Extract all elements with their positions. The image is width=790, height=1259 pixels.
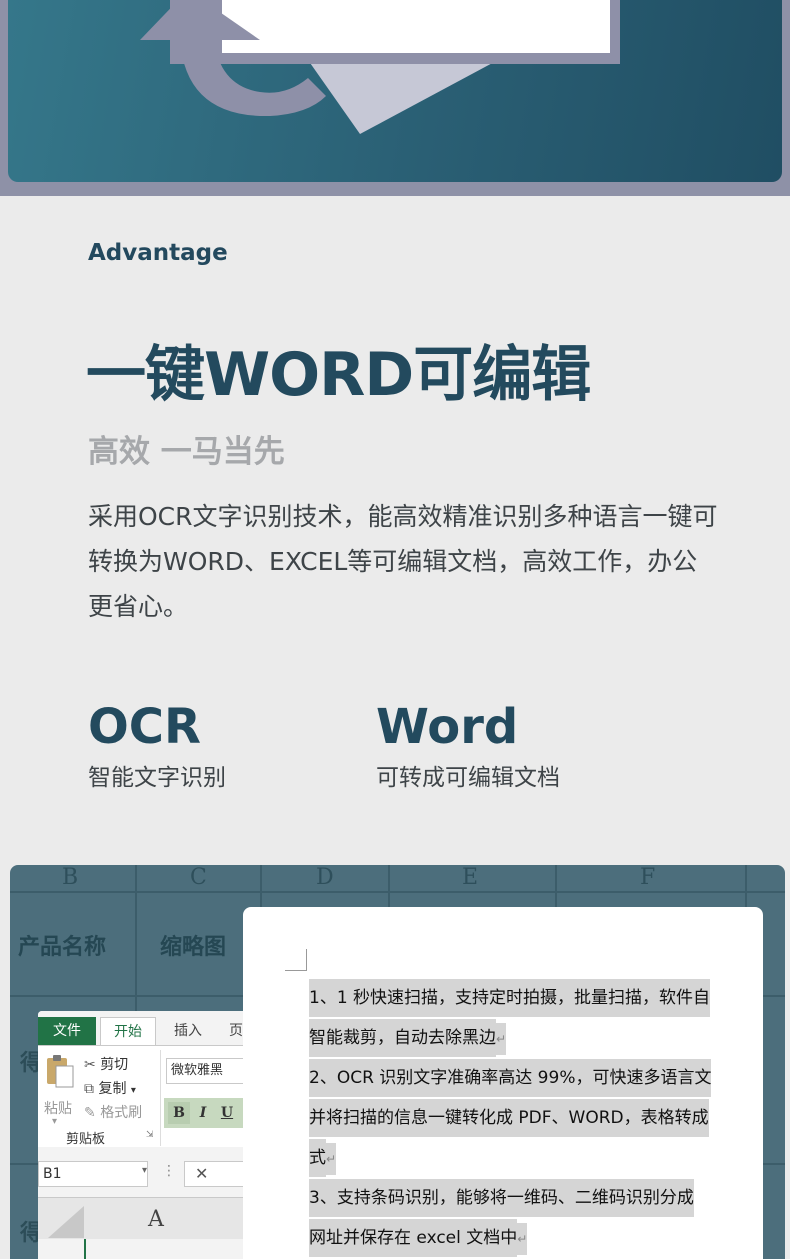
cut-label: 剪切 — [100, 1057, 129, 1073]
underline-button[interactable]: U — [216, 1102, 238, 1124]
scissors-icon: ✂ — [84, 1057, 96, 1073]
section-label: Advantage — [88, 240, 228, 266]
hero-banner — [8, 0, 782, 182]
cell-thumbnail: 缩略图 — [160, 934, 227, 960]
document-convert-illustration — [140, 0, 620, 134]
paste-icon[interactable] — [44, 1054, 76, 1088]
column-header-c: C — [190, 865, 207, 890]
feature-ocr: OCR 智能文字识别 — [88, 700, 226, 792]
margin-corner-mark — [285, 949, 307, 971]
column-header-a[interactable]: A — [148, 1207, 164, 1232]
doc-line: 智能裁剪，自动去除黑边↵ — [309, 1019, 507, 1057]
column-header-e: E — [462, 865, 479, 890]
bold-button[interactable]: B — [168, 1102, 190, 1124]
brush-icon: ✎ — [84, 1105, 96, 1121]
select-all-icon[interactable] — [48, 1206, 84, 1238]
group-divider — [160, 1050, 161, 1146]
more-icon: ⋮ — [162, 1163, 176, 1179]
format-painter-button[interactable]: ✎ 格式刷 — [84, 1102, 142, 1122]
paste-button[interactable]: 粘贴 — [44, 1098, 72, 1118]
column-header-f: F — [640, 865, 656, 890]
paragraph-mark-icon: ↵ — [326, 1143, 337, 1175]
cell-border — [84, 1239, 86, 1259]
feature-word: Word 可转成可编辑文档 — [376, 700, 560, 792]
format-painter-label: 格式刷 — [100, 1105, 143, 1121]
dialog-launcher-icon[interactable]: ⇲ — [146, 1130, 154, 1140]
tab-insert[interactable]: 插入 — [162, 1017, 214, 1045]
paragraph-mark-icon: ↵ — [517, 1223, 528, 1255]
copy-label: 复制 — [98, 1081, 127, 1097]
cell-product-name: 产品名称 — [18, 934, 107, 960]
tab-home[interactable]: 开始 — [100, 1017, 156, 1045]
paper-sheet — [222, 0, 610, 53]
feature-title: OCR — [88, 699, 201, 755]
paragraph-mark-icon: ↵ — [496, 1023, 507, 1055]
formula-cancel-button[interactable]: ✕ — [184, 1161, 248, 1187]
feature-title: Word — [376, 699, 519, 755]
copy-icon: ⧉ — [84, 1081, 94, 1097]
column-header-d: D — [316, 865, 334, 890]
doc-line: 3、支持条码识别，能够将一维码、二维码识别分成 — [309, 1179, 694, 1217]
feature-subtitle: 可转成可编辑文档 — [376, 765, 560, 791]
paste-dropdown-icon[interactable]: ▾ — [52, 1116, 57, 1127]
ribbon-home: 粘贴 ▾ ✂ 剪切 ⧉ 复制 ▾ ✎ 格式刷 剪贴板 ⇲ 微软雅黑 B I U — [38, 1045, 248, 1147]
grid-line — [10, 891, 785, 893]
chevron-down-icon: ▾ — [130, 1085, 136, 1096]
subtitle: 高效 一马当先 — [88, 434, 285, 470]
clipboard-group-label: 剪贴板 — [66, 1132, 106, 1147]
feature-subtitle: 智能文字识别 — [88, 765, 226, 791]
doc-line: 2、OCR 识别文字准确率高达 99%，可快速多语言文 — [309, 1059, 712, 1097]
italic-button[interactable]: I — [192, 1102, 214, 1124]
column-header-b: B — [62, 865, 79, 890]
column-header-row — [38, 1197, 248, 1239]
doc-line: 式↵ — [309, 1139, 337, 1177]
tab-file[interactable]: 文件 — [38, 1017, 96, 1045]
product-screenshot: B C D E F 产品名称 缩略图 得 得 文件 开始 插入 页 粘贴 ▾ ✂… — [10, 865, 785, 1259]
copy-button[interactable]: ⧉ 复制 ▾ — [84, 1078, 136, 1098]
word-document: 1、1 秒快速扫描，支持定时拍摄，批量扫描，软件自 智能裁剪，自动去除黑边↵ 2… — [243, 907, 763, 1259]
doc-line: 网址并保存在 excel 文档中↵ — [309, 1219, 528, 1257]
page-title: 一键WORD可编辑 — [86, 340, 591, 410]
name-box-dropdown-icon[interactable]: ▾ — [142, 1165, 147, 1176]
excel-window: 文件 开始 插入 页 粘贴 ▾ ✂ 剪切 ⧉ 复制 ▾ ✎ 格式刷 剪贴板 ⇲ … — [38, 1011, 248, 1259]
name-box[interactable]: B1 — [38, 1161, 148, 1187]
doc-line: 并将扫描的信息一键转化成 PDF、WORD，表格转成 — [309, 1099, 709, 1137]
description: 采用OCR文字识别技术，能高效精准识别多种语言一键可转换为WORD、EXCEL等… — [88, 502, 718, 621]
ribbon-tabs: 文件 开始 插入 页 — [38, 1011, 248, 1045]
paper-shadow-shape — [308, 60, 498, 134]
font-name-select[interactable]: 微软雅黑 — [166, 1058, 248, 1084]
doc-line: 1、1 秒快速扫描，支持定时拍摄，批量扫描，软件自 — [309, 979, 711, 1017]
cut-button[interactable]: ✂ 剪切 — [84, 1054, 128, 1074]
